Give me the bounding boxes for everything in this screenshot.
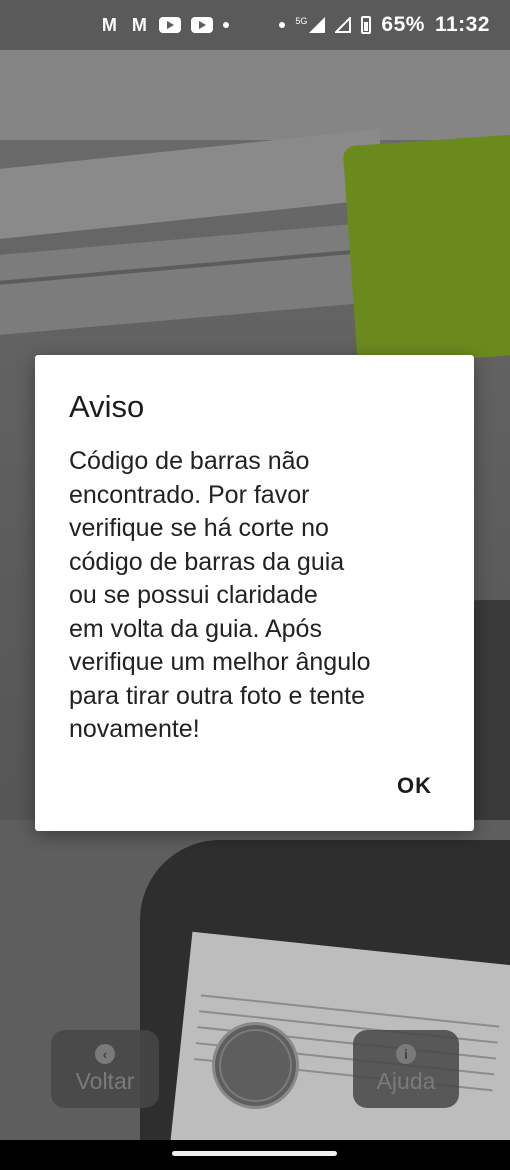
youtube-icon <box>191 17 214 33</box>
ok-button[interactable]: OK <box>383 767 446 805</box>
help-button[interactable]: i Ajuda <box>353 1030 459 1108</box>
dialog-message: Código de barras não encontrado. Por fav… <box>69 447 371 743</box>
dialog-actions: OK <box>383 767 446 805</box>
navigation-bar <box>0 1140 510 1170</box>
battery-icon <box>361 16 372 34</box>
status-bar: M M 5G 65% 11:32 <box>0 0 510 50</box>
info-icon: i <box>396 1043 416 1064</box>
gmail-icon: M <box>101 14 117 35</box>
dialog-title: Aviso <box>69 389 145 424</box>
home-gesture-handle[interactable] <box>172 1151 337 1156</box>
youtube-icon <box>159 17 182 33</box>
chevron-left-icon: ‹ <box>95 1043 115 1064</box>
dot-icon <box>223 22 230 28</box>
clock: 11:32 <box>434 13 490 36</box>
shutter-button[interactable] <box>212 1022 299 1109</box>
signal-outline-icon <box>335 17 352 33</box>
signal-icon <box>309 17 326 33</box>
battery-percentage: 65% <box>381 13 425 36</box>
back-label: Voltar <box>75 1067 135 1094</box>
gmail-icon: M <box>131 14 147 35</box>
back-button[interactable]: ‹ Voltar <box>51 1030 159 1108</box>
alert-dialog: Aviso Código de barras não encontrado. P… <box>35 355 474 831</box>
help-label: Ajuda <box>376 1067 436 1094</box>
dot-icon <box>279 22 286 28</box>
network-type-label: 5G <box>295 16 308 26</box>
